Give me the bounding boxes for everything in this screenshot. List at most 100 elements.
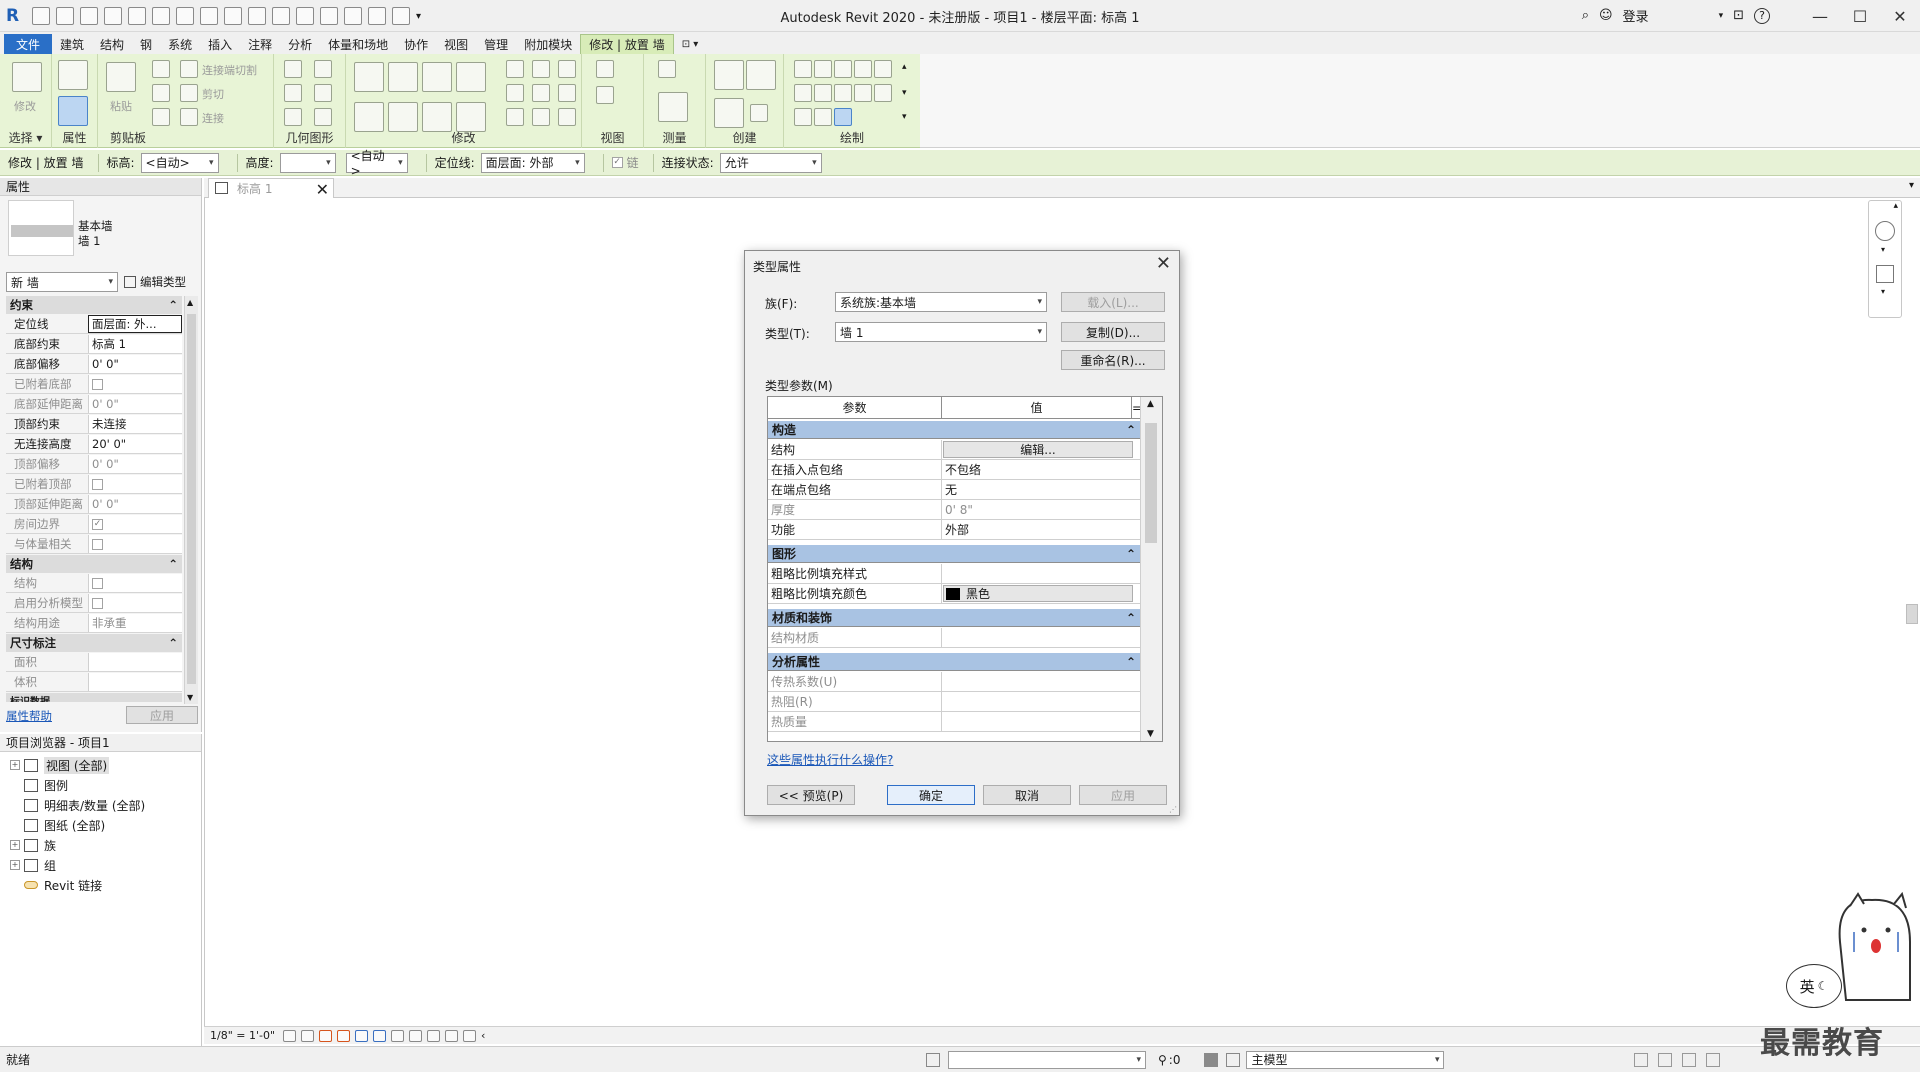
panel-toggle-icon[interactable]: ⊡ ▾ [682,39,699,50]
select-underlay-icon[interactable] [1658,1052,1673,1067]
properties-help-link[interactable]: 这些属性执行什么操作? [767,751,893,768]
sync-icon[interactable] [104,7,122,25]
tree-item-views[interactable]: + 视图 (全部) [10,756,110,774]
undo-icon[interactable] [128,7,146,25]
select-pinned-icon[interactable] [1682,1052,1697,1067]
tree-item-legends[interactable]: 图例 [10,776,68,794]
measure-icon[interactable] [200,7,218,25]
linework-icon[interactable] [596,86,614,104]
join-status-select[interactable]: 允许 ▾ [719,152,822,173]
close-hidden-icon[interactable] [368,7,386,25]
paint-icon[interactable] [284,84,302,102]
circle-icon[interactable] [874,60,892,78]
cut-geometry-icon[interactable] [180,84,198,102]
properties-help-link[interactable]: 属性帮助 [6,708,52,724]
minimize-icon[interactable]: — [1800,0,1840,32]
view-tab-level-1[interactable]: 标高 1 ✕ [208,178,334,199]
tab-modify-place-wall[interactable]: 修改 | 放置 墙 [580,34,674,54]
pick-faces-icon[interactable] [834,108,852,126]
properties-icon[interactable] [58,96,88,126]
text-icon[interactable] [272,7,290,25]
scroll-thumb[interactable] [187,314,196,684]
param-row[interactable]: 在端点包络无 [768,480,1140,500]
chevron-down-icon[interactable]: ▾ [1719,11,1724,21]
chevron-down-icon[interactable]: ▾ [1881,287,1885,296]
active-workset-select[interactable]: ▾ [948,1050,1146,1069]
cancel-button[interactable]: 取消 [983,785,1071,805]
apply-button[interactable]: 应用 [1079,785,1167,805]
cut-join-icon[interactable] [180,60,198,78]
draw-scroll-up-icon[interactable]: ▴ [902,62,907,72]
scroll-up-icon[interactable]: ▲ [187,298,193,307]
remove-paint-icon[interactable] [284,108,302,126]
measure-distance-icon[interactable] [658,60,676,78]
customize-toolbar-icon[interactable]: ▾ [416,11,421,22]
expand-icon[interactable]: + [10,840,20,850]
type-select[interactable]: 墙 1 ▾ [835,322,1047,342]
select-by-face-icon[interactable] [1706,1052,1721,1067]
type-properties-icon[interactable] [58,60,88,90]
chevron-left-icon[interactable]: ‹ [481,1029,485,1042]
shadows-icon[interactable] [337,1029,351,1042]
ellipse-icon[interactable] [874,84,892,102]
arc-center-icon[interactable] [814,84,832,102]
sun-path-icon[interactable] [319,1029,333,1042]
arc-start-end-icon[interactable] [794,84,812,102]
category-constraints[interactable]: 约束 ⌃ [6,296,182,314]
align-icon[interactable] [354,62,384,92]
category-dimensions[interactable]: 尺寸标注 ⌃ [6,634,182,652]
prop-row[interactable]: 顶部约束 未连接 [6,415,182,434]
group-materials[interactable]: 材质和装饰 ⌃ [768,609,1140,627]
split-face-icon[interactable] [314,60,332,78]
param-row[interactable]: 粗略比例填充颜色 黑色 [768,584,1140,604]
design-options-icon[interactable] [1226,1052,1241,1067]
wall-joins-icon[interactable] [284,60,302,78]
canvas-scrollbar-thumb[interactable] [1906,604,1918,624]
level-select[interactable]: <自动> ▾ [140,152,219,173]
tree-item-revit-links[interactable]: Revit 链接 [10,876,102,894]
tree-item-groups[interactable]: + 组 [10,856,56,874]
tab-structure[interactable]: 结构 [92,34,132,54]
edit-type-button[interactable]: 编辑类型 [124,272,186,292]
tab-addins[interactable]: 附加模块 [516,34,580,54]
rename-button[interactable]: 重命名(R)... [1061,350,1165,370]
show-crop-icon[interactable] [373,1029,387,1042]
close-tab-icon[interactable]: ✕ [316,180,329,199]
view-scale[interactable]: 1/8" = 1'-0" [210,1029,275,1042]
maximize-icon[interactable]: ☐ [1840,0,1880,32]
redo-icon[interactable] [152,7,170,25]
thin-lines-icon[interactable] [344,7,362,25]
param-row[interactable]: 在插入点包络 不包络 [768,460,1140,480]
worksharing-icon[interactable] [427,1029,441,1042]
save-icon[interactable] [80,7,98,25]
similar-icon[interactable] [750,104,768,122]
tab-collaborate[interactable]: 协作 [396,34,436,54]
filter-icon[interactable]: ⚲ [1158,1053,1167,1067]
panel-label-select[interactable]: 选择 ▾ [0,129,51,146]
temporary-hide-icon[interactable] [391,1029,405,1042]
tab-annotate[interactable]: 注释 [240,34,280,54]
print-icon[interactable] [176,7,194,25]
tag-icon[interactable] [248,7,266,25]
pin-icon[interactable] [558,60,576,78]
partial-ellipse-icon[interactable] [794,108,812,126]
draw-scroll-down-icon[interactable]: ▾ [902,88,907,98]
edit-structure-button[interactable]: 编辑... [943,441,1133,458]
scroll-down-icon[interactable]: ▼ [187,693,193,702]
trim-single-icon[interactable] [506,108,524,126]
tab-insert[interactable]: 插入 [200,34,240,54]
prop-row[interactable]: 无连接高度 20' 0" [6,435,182,454]
scroll-thumb[interactable] [1145,423,1157,543]
chevron-down-icon[interactable]: ▾ [1881,245,1885,254]
load-button[interactable]: 载入(L)... [1061,292,1165,312]
category-structure[interactable]: 结构 ⌃ [6,555,182,573]
tab-systems[interactable]: 系统 [160,34,200,54]
array-icon[interactable] [506,84,524,102]
create-part-icon[interactable] [714,60,744,90]
crop-view-icon[interactable] [355,1029,369,1042]
tab-massing[interactable]: 体量和场地 [320,34,396,54]
switch-windows-icon[interactable] [392,7,410,25]
demolish-icon[interactable] [314,84,332,102]
login-link[interactable]: 登录 [1623,6,1649,25]
move-icon[interactable] [354,102,384,132]
